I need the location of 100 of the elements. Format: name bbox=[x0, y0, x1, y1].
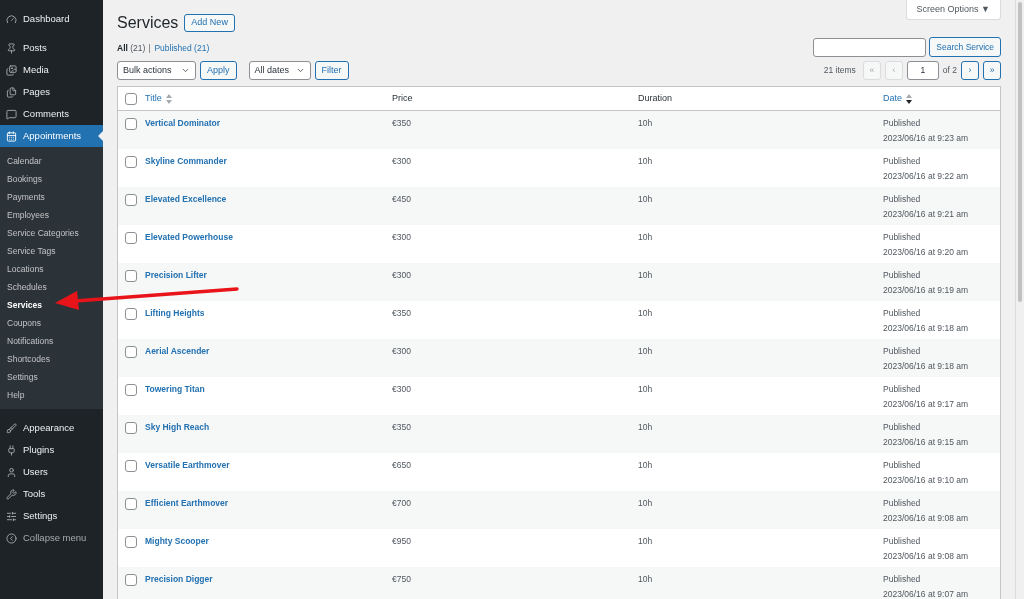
duration-cell: 10h bbox=[638, 459, 653, 472]
chevron-down-icon bbox=[181, 66, 190, 75]
price-cell: €300 bbox=[392, 155, 411, 168]
date-filter-select[interactable]: All dates bbox=[248, 61, 311, 80]
plug-icon bbox=[6, 444, 17, 456]
date-cell-text: 2023/06/16 at 9:18 am bbox=[883, 321, 970, 335]
checkbox[interactable] bbox=[125, 92, 137, 105]
checkbox[interactable] bbox=[125, 232, 137, 244]
sidebar-item[interactable]: Media bbox=[0, 59, 103, 81]
service-title-link[interactable]: Mighty Scooper bbox=[145, 535, 209, 548]
submenu-item[interactable]: Calendar bbox=[0, 152, 44, 170]
sidebar-item[interactable]: Comments bbox=[0, 103, 103, 125]
price-cell: €950 bbox=[392, 535, 411, 548]
date-cell-text: 2023/06/16 at 9:19 am bbox=[883, 283, 970, 297]
checkbox[interactable] bbox=[125, 156, 137, 168]
submenu-item[interactable]: Employees bbox=[0, 206, 52, 224]
checkbox[interactable] bbox=[125, 270, 137, 282]
sidebar-item[interactable]: Appearance bbox=[0, 417, 103, 439]
sort-icon bbox=[165, 93, 172, 104]
duration-cell: 10h bbox=[638, 117, 653, 130]
submenu-item[interactable]: Payments bbox=[0, 188, 47, 206]
bulk-actions-select[interactable]: Bulk actions bbox=[117, 61, 196, 80]
sidebar-item[interactable]: Dashboard bbox=[0, 8, 103, 30]
add-new-button[interactable]: Add New bbox=[184, 14, 235, 32]
service-title-link[interactable]: Lifting Heights bbox=[145, 307, 205, 320]
sidebar-item[interactable]: Posts bbox=[0, 37, 103, 59]
checkbox[interactable] bbox=[125, 574, 137, 586]
date-cell-text: 2023/06/16 at 9:18 am bbox=[883, 359, 970, 373]
column-header[interactable]: Date bbox=[883, 91, 1000, 106]
service-title-link[interactable]: Vertical Dominator bbox=[145, 117, 221, 130]
sidebar-item[interactable]: Plugins bbox=[0, 439, 103, 461]
sidebar-item[interactable]: Appointments bbox=[0, 125, 103, 147]
service-title-link[interactable]: Aerial Ascender bbox=[145, 345, 210, 358]
gauge-icon bbox=[6, 13, 17, 25]
next-page-button[interactable]: › bbox=[961, 61, 979, 80]
apply-button[interactable]: Apply bbox=[200, 61, 237, 80]
date-cell-text: 2023/06/16 at 9:10 am bbox=[883, 473, 970, 487]
images-icon bbox=[6, 64, 17, 76]
price-cell: €300 bbox=[392, 345, 411, 358]
sidebar-item[interactable]: Users bbox=[0, 461, 103, 483]
price-cell: €450 bbox=[392, 193, 411, 206]
brush-icon bbox=[6, 422, 17, 434]
view-link[interactable]: All (21) bbox=[117, 42, 146, 55]
column-header: Duration bbox=[638, 91, 674, 105]
sidebar-item[interactable]: Settings bbox=[0, 505, 103, 527]
service-title-link[interactable]: Elevated Powerhouse bbox=[145, 231, 233, 244]
submenu-item[interactable]: Settings bbox=[0, 368, 40, 386]
user-icon bbox=[6, 466, 17, 478]
service-title-link[interactable]: Towering Titan bbox=[145, 383, 205, 396]
price-cell: €350 bbox=[392, 307, 411, 320]
submenu-item[interactable]: Help bbox=[0, 386, 27, 404]
checkbox[interactable] bbox=[125, 460, 137, 472]
submenu-item[interactable]: Service Tags bbox=[0, 242, 58, 260]
checkbox[interactable] bbox=[125, 118, 137, 130]
service-title-link[interactable]: Elevated Excellence bbox=[145, 193, 227, 206]
pages-icon bbox=[6, 86, 17, 98]
last-page-button[interactable]: » bbox=[983, 61, 1001, 80]
submenu-item[interactable]: Services bbox=[0, 296, 44, 314]
sidebar-item[interactable]: Tools bbox=[0, 483, 103, 505]
column-header: Price bbox=[392, 91, 414, 105]
filter-button[interactable]: Filter bbox=[314, 61, 349, 80]
column-header[interactable]: Title bbox=[145, 91, 392, 106]
service-title-link[interactable]: Skyline Commander bbox=[145, 155, 227, 168]
service-title-link[interactable]: Versatile Earthmover bbox=[145, 459, 230, 472]
duration-cell: 10h bbox=[638, 421, 653, 434]
date-cell-text: 2023/06/16 at 9:17 am bbox=[883, 397, 970, 411]
submenu-item[interactable]: Service Categories bbox=[0, 224, 81, 242]
service-title-link[interactable]: Sky High Reach bbox=[145, 421, 210, 434]
page-number-field[interactable]: 1 bbox=[906, 61, 939, 80]
checkbox[interactable] bbox=[125, 422, 137, 434]
view-link[interactable]: Published (21) bbox=[154, 42, 210, 55]
checkbox[interactable] bbox=[125, 194, 137, 206]
submenu-item[interactable]: Notifications bbox=[0, 332, 56, 350]
service-title-link[interactable]: Efficient Earthmover bbox=[145, 497, 229, 510]
checkbox[interactable] bbox=[125, 498, 137, 510]
page-total: of 2 bbox=[942, 64, 957, 77]
submenu-item[interactable]: Schedules bbox=[0, 278, 49, 296]
service-title-link[interactable]: Precision Lifter bbox=[145, 269, 207, 282]
scrollbar[interactable] bbox=[1015, 0, 1024, 599]
screen-options-button[interactable]: Screen Options ▼ bbox=[905, 0, 1001, 20]
date-cell-text: 2023/06/16 at 9:08 am bbox=[883, 549, 970, 563]
sidebar-item[interactable]: Pages bbox=[0, 81, 103, 103]
date-cell-text: 2023/06/16 at 9:23 am bbox=[883, 131, 970, 145]
search-button[interactable]: Search Service bbox=[929, 37, 1001, 57]
search-field[interactable] bbox=[813, 37, 927, 57]
checkbox[interactable] bbox=[125, 308, 137, 320]
sidebar-item[interactable]: Collapse menu bbox=[0, 527, 103, 549]
service-title-link[interactable]: Precision Digger bbox=[145, 573, 213, 586]
price-cell: €700 bbox=[392, 497, 411, 510]
submenu-item[interactable]: Locations bbox=[0, 260, 46, 278]
calendar-icon bbox=[6, 130, 17, 142]
checkbox[interactable] bbox=[125, 384, 137, 396]
submenu-item[interactable]: Bookings bbox=[0, 170, 44, 188]
checkbox[interactable] bbox=[125, 536, 137, 548]
price-cell: €300 bbox=[392, 383, 411, 396]
checkbox[interactable] bbox=[125, 346, 137, 358]
pin-icon bbox=[6, 42, 17, 54]
submenu-item[interactable]: Shortcodes bbox=[0, 350, 52, 368]
duration-cell: 10h bbox=[638, 231, 653, 244]
submenu-item[interactable]: Coupons bbox=[0, 314, 44, 332]
